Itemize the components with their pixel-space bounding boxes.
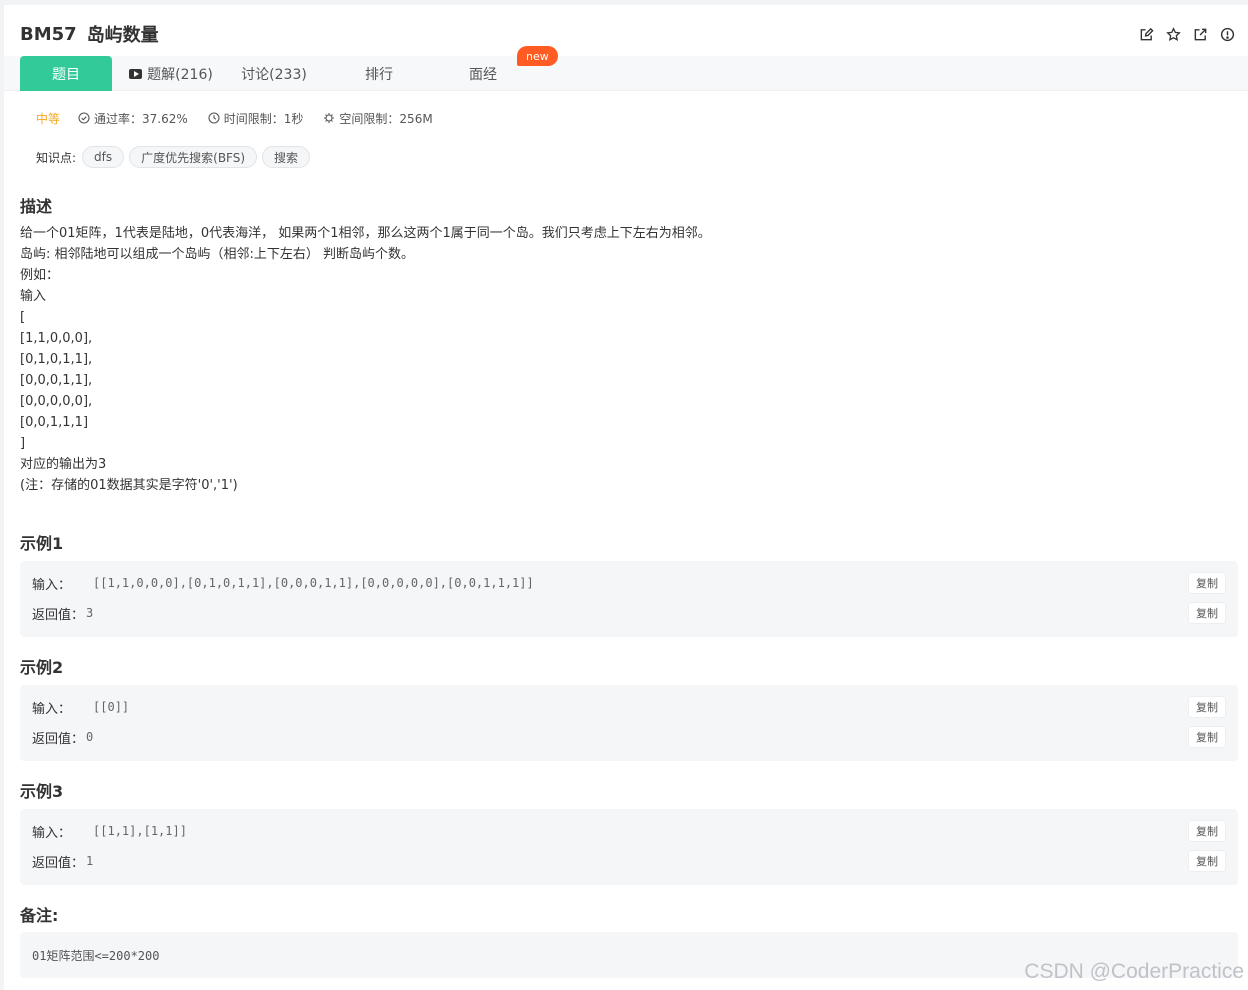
tab-ranking[interactable]: 排行	[354, 56, 404, 91]
check-circle-icon	[78, 112, 90, 124]
input-label: 输入：	[32, 577, 72, 593]
description-line: [0,0,0,1,1],	[20, 373, 93, 388]
tags-label: 知识点:	[36, 150, 77, 165]
description-line: 例如：	[20, 268, 60, 283]
tab-label: 面经	[469, 66, 497, 83]
example-input-row: 输入： [[1,1,0,0,0],[0,1,0,1,1],[0,0,0,1,1]…	[32, 573, 534, 593]
description-line: [	[20, 310, 26, 325]
input-value: [[1,1],[1,1]]	[93, 824, 187, 838]
description-line: 给一个01矩阵，1代表是陆地，0代表海洋， 如果两个1相邻，那么这两个1属于同一…	[20, 226, 711, 241]
copy-output-button[interactable]: 复制	[1188, 850, 1226, 872]
input-value: [[1,1,0,0,0],[0,1,0,1,1],[0,0,0,1,1],[0,…	[93, 576, 534, 590]
description-line: 输入	[20, 289, 47, 304]
remark-heading: 备注:	[20, 906, 59, 925]
example-2-heading: 示例2	[20, 658, 64, 677]
problem-code: BM57	[20, 23, 77, 45]
knowledge-tags: 知识点: dfs 广度优先搜索(BFS) 搜索	[36, 146, 315, 168]
example-input-row: 输入： [[1,1],[1,1]]	[32, 821, 187, 841]
difficulty-label: 中等	[36, 111, 61, 126]
output-value: 1	[86, 854, 94, 868]
example-input-row: 输入： [[0]]	[32, 697, 129, 717]
output-label: 返回值：	[32, 731, 85, 747]
tab-label: 题解(216)	[147, 66, 213, 83]
tag-dfs[interactable]: dfs	[82, 146, 125, 168]
space-limit: 空间限制：256M	[323, 110, 433, 127]
output-label: 返回值：	[32, 607, 85, 623]
example-output-row: 返回值： 1	[32, 851, 93, 871]
pass-rate: 通过率：37.62%	[78, 110, 188, 127]
description-line: [0,1,0,1,1],	[20, 352, 93, 367]
description-heading: 描述	[20, 197, 53, 216]
description-line: [1,1,0,0,0],	[20, 331, 93, 346]
output-value: 3	[86, 606, 94, 620]
report-icon[interactable]	[1219, 26, 1236, 43]
copy-output-button[interactable]: 复制	[1188, 602, 1226, 624]
output-value: 0	[86, 730, 94, 744]
description-line: 岛屿: 相邻陆地可以组成一个岛屿（相邻:上下左右） 判断岛屿个数。	[20, 247, 415, 262]
play-icon	[129, 68, 143, 79]
example-1-heading: 示例1	[20, 534, 64, 553]
title-actions	[1138, 26, 1236, 43]
example-3-heading: 示例3	[20, 782, 64, 801]
star-icon[interactable]	[1165, 26, 1182, 43]
time-limit: 时间限制：1秒	[208, 110, 303, 127]
input-label: 输入：	[32, 825, 72, 841]
top-edge	[0, 0, 1248, 5]
output-label: 返回值：	[32, 855, 85, 871]
example-2-box: 输入： [[0]] 复制 返回值： 0 复制	[20, 685, 1238, 761]
tab-problem[interactable]: 题目	[20, 56, 112, 91]
description-line: 对应的输出为3	[20, 457, 107, 472]
input-value: [[0]]	[93, 700, 130, 714]
clock-icon	[208, 112, 220, 124]
copy-input-button[interactable]: 复制	[1188, 572, 1226, 594]
tab-label: 排行	[365, 66, 393, 83]
tab-bar: 题目 题解(216) 讨论(233) 排行 面经	[4, 56, 1248, 91]
problem-meta: 中等 通过率：37.62% 时间限制：1秒 空间限制：256M	[36, 110, 453, 126]
left-edge	[0, 0, 4, 990]
share-icon[interactable]	[1192, 26, 1209, 43]
description-line: (注：存储的01数据其实是字符'0','1')	[20, 478, 238, 493]
problem-name: 岛屿数量	[86, 25, 159, 46]
description-line: [0,0,0,0,0],	[20, 394, 93, 409]
tab-interview[interactable]: 面经	[458, 56, 508, 91]
copy-input-button[interactable]: 复制	[1188, 820, 1226, 842]
tab-label: 题目	[52, 66, 80, 83]
tab-label: 讨论(233)	[241, 66, 307, 83]
watermark: CSDN @CoderPractice	[1024, 960, 1244, 983]
description-line: [0,0,1,1,1]	[20, 415, 89, 430]
example-output-row: 返回值： 0	[32, 727, 93, 747]
description-body: 给一个01矩阵，1代表是陆地，0代表海洋， 如果两个1相邻，那么这两个1属于同一…	[20, 223, 711, 496]
input-label: 输入：	[32, 701, 72, 717]
new-badge: new	[517, 46, 558, 66]
example-3-box: 输入： [[1,1],[1,1]] 复制 返回值： 1 复制	[20, 809, 1238, 885]
edit-icon[interactable]	[1138, 26, 1155, 43]
example-1-box: 输入： [[1,1,0,0,0],[0,1,0,1,1],[0,0,0,1,1]…	[20, 561, 1238, 637]
problem-title: BM57 岛屿数量	[20, 22, 159, 47]
chip-icon	[324, 113, 335, 123]
tag-search[interactable]: 搜索	[262, 146, 311, 168]
copy-output-button[interactable]: 复制	[1188, 726, 1226, 748]
example-output-row: 返回值： 3	[32, 603, 93, 623]
description-line: ]	[20, 436, 26, 451]
tag-bfs[interactable]: 广度优先搜索(BFS)	[129, 146, 258, 168]
tab-discussion[interactable]: 讨论(233)	[238, 56, 310, 91]
tab-solutions[interactable]: 题解(216)	[128, 56, 214, 91]
copy-input-button[interactable]: 复制	[1188, 696, 1226, 718]
